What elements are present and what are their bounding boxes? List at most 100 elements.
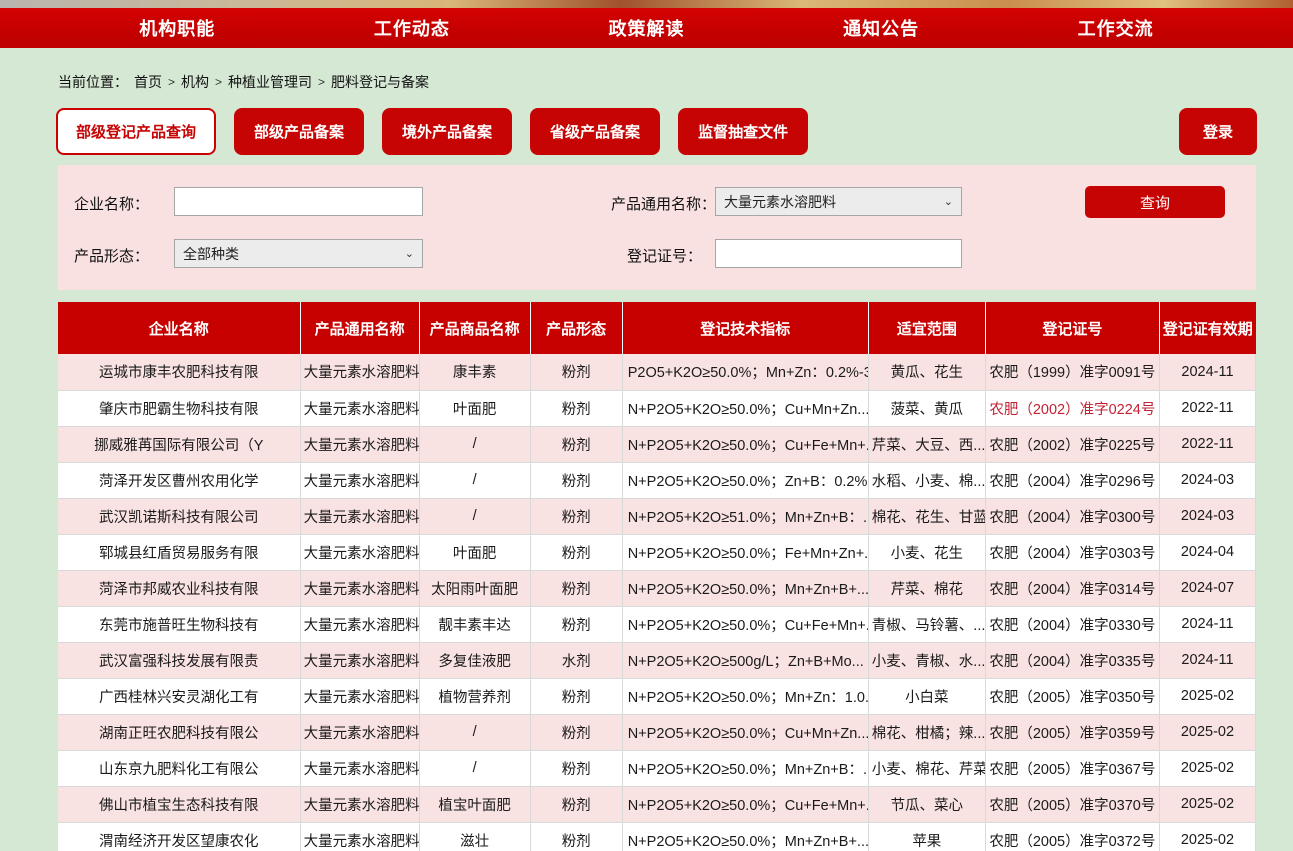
table-row[interactable]: 挪威雅苒国际有限公司（Y大量元素水溶肥料/粉剂N+P2O5+K2O≥50.0%；… xyxy=(58,426,1256,462)
tab-supervision-sampling-documents[interactable]: 监督抽查文件 xyxy=(678,108,808,155)
table-row[interactable]: 武汉凯诺斯科技有限公司大量元素水溶肥料/粉剂N+P2O5+K2O≥51.0%；M… xyxy=(58,498,1256,534)
cell-cert[interactable]: 农肥（2004）准字0314号 xyxy=(985,570,1159,606)
tab-ministry-registered-product-query[interactable]: 部级登记产品查询 xyxy=(56,108,216,155)
tab-ministry-product-filing[interactable]: 部级产品备案 xyxy=(234,108,364,155)
cell-cert[interactable]: 农肥（2002）准字0225号 xyxy=(985,426,1159,462)
cell-cert[interactable]: 农肥（2005）准字0359号 xyxy=(985,714,1159,750)
table-row[interactable]: 运城市康丰农肥科技有限大量元素水溶肥料康丰素粉剂P2O5+K2O≥50.0%；M… xyxy=(58,354,1256,390)
cell-company: 山东京九肥料化工有限公 xyxy=(58,750,300,786)
cell-expiry: 2024-07 xyxy=(1159,570,1255,606)
table-row[interactable]: 山东京九肥料化工有限公大量元素水溶肥料/粉剂N+P2O5+K2O≥50.0%；M… xyxy=(58,750,1256,786)
cell-expiry: 2025-02 xyxy=(1159,822,1255,851)
cell-expiry: 2022-11 xyxy=(1159,390,1255,426)
cell-product: / xyxy=(419,426,530,462)
cell-product: 康丰素 xyxy=(419,354,530,390)
cell-cert[interactable]: 农肥（2005）准字0370号 xyxy=(985,786,1159,822)
nav-item-work-exchange[interactable]: 工作交流 xyxy=(1078,15,1154,41)
cell-form: 粉剂 xyxy=(530,822,622,851)
cell-cert[interactable]: 农肥（2004）准字0303号 xyxy=(985,534,1159,570)
chevron-down-icon: ⌄ xyxy=(405,247,414,260)
cell-form: 粉剂 xyxy=(530,426,622,462)
table-row[interactable]: 渭南经济开发区望康农化大量元素水溶肥料滋壮粉剂N+P2O5+K2O≥50.0%；… xyxy=(58,822,1256,851)
breadcrumb-link-planting-dept[interactable]: 种植业管理司 xyxy=(228,72,312,92)
nav-item-agency-functions[interactable]: 机构职能 xyxy=(139,15,215,41)
table-row[interactable]: 郓城县红盾贸易服务有限大量元素水溶肥料叶面肥粉剂N+P2O5+K2O≥50.0%… xyxy=(58,534,1256,570)
cell-company: 武汉富强科技发展有限责 xyxy=(58,642,300,678)
cell-company: 渭南经济开发区望康农化 xyxy=(58,822,300,851)
header-company-name: 企业名称 xyxy=(58,302,300,354)
product-form-select[interactable]: 全部种类 ⌄ xyxy=(174,239,423,268)
cell-product: / xyxy=(419,498,530,534)
cell-scope: 小麦、青椒、水... xyxy=(868,642,985,678)
cell-form: 粉剂 xyxy=(530,570,622,606)
tab-overseas-product-filing[interactable]: 境外产品备案 xyxy=(382,108,512,155)
cell-company: 佛山市植宝生态科技有限 xyxy=(58,786,300,822)
cell-product: 叶面肥 xyxy=(419,534,530,570)
cell-company: 菏泽开发区曹州农用化学 xyxy=(58,462,300,498)
cell-generic: 大量元素水溶肥料 xyxy=(300,678,419,714)
cell-company: 肇庆市肥霸生物科技有限 xyxy=(58,390,300,426)
table-row[interactable]: 菏泽市邦威农业科技有限大量元素水溶肥料太阳雨叶面肥粉剂N+P2O5+K2O≥50… xyxy=(58,570,1256,606)
cell-expiry: 2024-11 xyxy=(1159,642,1255,678)
cell-product: 滋壮 xyxy=(419,822,530,851)
generic-name-select[interactable]: 大量元素水溶肥料 ⌄ xyxy=(715,187,962,216)
table-row[interactable]: 肇庆市肥霸生物科技有限大量元素水溶肥料叶面肥粉剂N+P2O5+K2O≥50.0%… xyxy=(58,390,1256,426)
cell-cert[interactable]: 农肥（2004）准字0330号 xyxy=(985,606,1159,642)
cell-scope: 芹菜、棉花 xyxy=(868,570,985,606)
table-row[interactable]: 菏泽开发区曹州农用化学大量元素水溶肥料/粉剂N+P2O5+K2O≥50.0%；Z… xyxy=(58,462,1256,498)
cell-company: 运城市康丰农肥科技有限 xyxy=(58,354,300,390)
cell-cert[interactable]: 农肥（2002）准字0224号 xyxy=(985,390,1159,426)
cell-company: 郓城县红盾贸易服务有限 xyxy=(58,534,300,570)
cell-generic: 大量元素水溶肥料 xyxy=(300,426,419,462)
header-product-form: 产品形态 xyxy=(530,302,622,354)
table-row[interactable]: 广西桂林兴安灵湖化工有大量元素水溶肥料植物营养剂粉剂N+P2O5+K2O≥50.… xyxy=(58,678,1256,714)
cell-product: 太阳雨叶面肥 xyxy=(419,570,530,606)
cell-product: 植宝叶面肥 xyxy=(419,786,530,822)
cell-cert[interactable]: 农肥（2004）准字0335号 xyxy=(985,642,1159,678)
cell-form: 粉剂 xyxy=(530,498,622,534)
table-row[interactable]: 东莞市施普旺生物科技有大量元素水溶肥料靓丰素丰达粉剂N+P2O5+K2O≥50.… xyxy=(58,606,1256,642)
breadcrumb-link-home[interactable]: 首页 xyxy=(134,72,162,92)
cell-generic: 大量元素水溶肥料 xyxy=(300,354,419,390)
nav-item-notices[interactable]: 通知公告 xyxy=(843,15,919,41)
breadcrumb-label: 当前位置： xyxy=(58,72,128,92)
table-row[interactable]: 湖南正旺农肥科技有限公大量元素水溶肥料/粉剂N+P2O5+K2O≥50.0%；C… xyxy=(58,714,1256,750)
cert-no-input[interactable] xyxy=(715,239,962,268)
query-button[interactable]: 查询 xyxy=(1085,186,1225,218)
company-name-label: 企业名称： xyxy=(74,193,149,214)
cell-cert[interactable]: 农肥（2005）准字0372号 xyxy=(985,822,1159,851)
nav-item-policy-interpretation[interactable]: 政策解读 xyxy=(608,15,684,41)
cell-indicator: N+P2O5+K2O≥50.0%；Fe+Mn+Zn+... xyxy=(622,534,868,570)
header-cert-number: 登记证号 xyxy=(985,302,1159,354)
breadcrumb-link-agency[interactable]: 机构 xyxy=(181,72,209,92)
header-technical-indicator: 登记技术指标 xyxy=(622,302,868,354)
cell-cert[interactable]: 农肥（2005）准字0350号 xyxy=(985,678,1159,714)
cell-form: 粉剂 xyxy=(530,678,622,714)
header-generic-name: 产品通用名称 xyxy=(300,302,419,354)
cell-cert[interactable]: 农肥（2004）准字0296号 xyxy=(985,462,1159,498)
table-row[interactable]: 佛山市植宝生态科技有限大量元素水溶肥料植宝叶面肥粉剂N+P2O5+K2O≥50.… xyxy=(58,786,1256,822)
cell-form: 粉剂 xyxy=(530,534,622,570)
cell-scope: 青椒、马铃薯、... xyxy=(868,606,985,642)
login-button[interactable]: 登录 xyxy=(1179,108,1257,155)
cell-cert[interactable]: 农肥（2004）准字0300号 xyxy=(985,498,1159,534)
cell-expiry: 2025-02 xyxy=(1159,714,1255,750)
table-row[interactable]: 武汉富强科技发展有限责大量元素水溶肥料多复佳液肥水剂N+P2O5+K2O≥500… xyxy=(58,642,1256,678)
nav-item-work-updates[interactable]: 工作动态 xyxy=(374,15,450,41)
cell-generic: 大量元素水溶肥料 xyxy=(300,714,419,750)
breadcrumb-link-fertilizer-registration[interactable]: 肥料登记与备案 xyxy=(331,72,429,92)
cell-cert[interactable]: 农肥（2005）准字0367号 xyxy=(985,750,1159,786)
cell-indicator: N+P2O5+K2O≥50.0%；Zn+B：0.2%... xyxy=(622,462,868,498)
cell-form: 粉剂 xyxy=(530,786,622,822)
tab-provincial-product-filing[interactable]: 省级产品备案 xyxy=(530,108,660,155)
cell-cert[interactable]: 农肥（1999）准字0091号 xyxy=(985,354,1159,390)
cell-scope: 小白菜 xyxy=(868,678,985,714)
cell-generic: 大量元素水溶肥料 xyxy=(300,642,419,678)
breadcrumb: 当前位置： 首页 > 机构 > 种植业管理司 > 肥料登记与备案 xyxy=(58,72,1293,92)
header-suitable-scope: 适宜范围 xyxy=(868,302,985,354)
cell-form: 粉剂 xyxy=(530,390,622,426)
cell-scope: 水稻、小麦、棉... xyxy=(868,462,985,498)
cell-expiry: 2025-02 xyxy=(1159,786,1255,822)
cell-expiry: 2025-02 xyxy=(1159,678,1255,714)
company-name-input[interactable] xyxy=(174,187,423,216)
